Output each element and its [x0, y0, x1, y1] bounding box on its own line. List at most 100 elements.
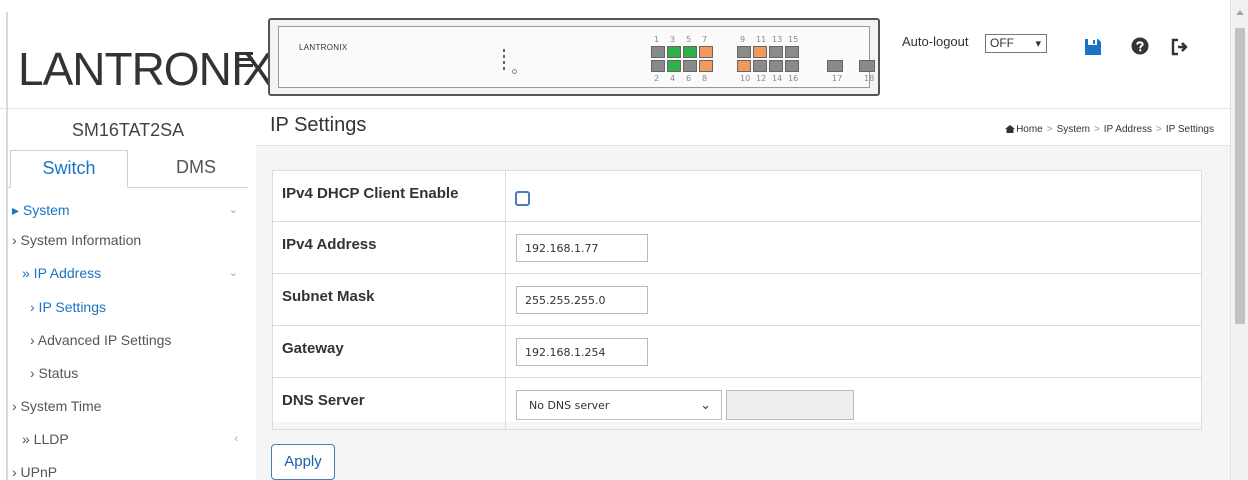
sidebar-item-label: › IP Settings [30, 299, 107, 315]
scrollbar-thumb[interactable] [1235, 28, 1245, 324]
port-number-label: 17 [832, 74, 843, 83]
page-scrollbar[interactable] [1230, 0, 1248, 480]
breadcrumb-ip-address[interactable]: IP Address [1104, 124, 1152, 135]
scroll-up-icon[interactable] [1236, 10, 1244, 15]
dns-server-select[interactable]: No DNS server ⌄ [516, 390, 722, 420]
save-icon[interactable] [1083, 37, 1103, 57]
port-2[interactable] [651, 60, 665, 72]
port-number-label: 13 [772, 35, 783, 44]
gateway-input[interactable]: 192.168.1.254 [516, 338, 648, 366]
port-15[interactable] [785, 46, 799, 58]
port-9[interactable] [737, 46, 751, 58]
port-number-label: 6 [686, 74, 692, 83]
home-icon [1005, 125, 1016, 133]
chevron-down-icon: ⌄ [228, 204, 238, 216]
sfp-port-17[interactable] [827, 60, 843, 72]
help-icon[interactable] [1131, 37, 1149, 55]
dns-server-value: No DNS server [529, 399, 610, 412]
port-number-label: 15 [788, 35, 799, 44]
sidebar-item[interactable]: › UPnP [8, 458, 244, 480]
port-8[interactable] [699, 60, 713, 72]
chevron-down-icon: ▾ [1035, 38, 1041, 50]
sidebar-item[interactable]: › System Information [8, 226, 244, 254]
port-12[interactable] [753, 60, 767, 72]
breadcrumb-system[interactable]: System [1057, 124, 1090, 135]
device-panel: LANTRONIX 1 3 5 7 9 11 13 15 2 4 6 8 10 12 14 16 17 18 [268, 18, 880, 96]
device-brand-label: LANTRONIX [299, 43, 348, 52]
device-reset-button [512, 69, 517, 74]
breadcrumb-ip-settings: IP Settings [1165, 124, 1214, 135]
port-number-label: 8 [702, 74, 708, 83]
dns-server-label: DNS Server [282, 392, 365, 409]
port-number-label: 1 [654, 35, 660, 44]
port-number-label: 16 [788, 74, 799, 83]
sidebar-item-label: › UPnP [12, 464, 58, 480]
port-number-label: 4 [670, 74, 676, 83]
row-dhcp: IPv4 DHCP Client Enable [272, 170, 1202, 222]
row-dns-server: DNS Server No DNS server ⌄ [272, 378, 1202, 430]
sidebar-item[interactable]: › Advanced IP Settings [8, 326, 244, 354]
port-number-label: 7 [702, 35, 708, 44]
dhcp-checkbox[interactable] [515, 191, 530, 206]
sidebar: SM16TAT2SA Switch DMS ▸ System ⌄ › System … [8, 110, 248, 480]
page-title: IP Settings [270, 114, 367, 136]
gateway-label: Gateway [282, 340, 344, 357]
port-number-label: 11 [756, 35, 767, 44]
sidebar-tabs: Switch DMS [8, 150, 248, 188]
tab-switch[interactable]: Switch [10, 150, 128, 188]
sidebar-item-label: › Status [30, 365, 79, 381]
sidebar-item-label: ▸ System [12, 202, 70, 218]
port-3[interactable] [667, 46, 681, 58]
sidebar-item[interactable]: » IP Address ⌄ [8, 259, 244, 287]
subnet-mask-label: Subnet Mask [282, 288, 375, 305]
main-content: IP Settings Home > System > IP Address > IP Se… [256, 110, 1230, 480]
apply-button[interactable]: Apply [271, 444, 335, 480]
ipv4-address-label: IPv4 Address [282, 236, 377, 253]
port-number-label: 12 [756, 74, 767, 83]
port-16[interactable] [785, 60, 799, 72]
device-name: SM16TAT2SA [71, 120, 185, 140]
sidebar-item[interactable]: › IP Settings [8, 293, 244, 321]
subnet-mask-input[interactable]: 255.255.255.0 [516, 286, 648, 314]
row-gateway: Gateway 192.168.1.254 [272, 326, 1202, 378]
port-5[interactable] [683, 46, 697, 58]
ip-settings-form: IPv4 DHCP Client Enable IPv4 Address 192… [272, 170, 1202, 430]
sidebar-item[interactable]: › System Time [8, 392, 244, 420]
breadcrumb: Home > System > IP Address > IP Settings [1005, 124, 1214, 135]
sfp-port-18[interactable] [859, 60, 875, 72]
row-subnet-mask: Subnet Mask 255.255.255.0 [272, 274, 1202, 326]
device-faceplate: LANTRONIX 1 3 5 7 9 11 13 15 2 4 6 8 10 12 14 16 17 18 [278, 26, 875, 88]
sidebar-item-label: › Advanced IP Settings [30, 332, 172, 348]
port-13[interactable] [769, 46, 783, 58]
port-1[interactable] [651, 46, 665, 58]
sidebar-item[interactable]: › Status [8, 359, 244, 387]
autologout-value: OFF [990, 36, 1014, 50]
autologout-select[interactable]: OFF ▾ [985, 34, 1047, 53]
menu-icon[interactable] [235, 52, 253, 68]
port-number-label: 5 [686, 35, 692, 44]
sidebar-item[interactable]: ▸ System ⌄ [8, 196, 244, 224]
chevron-left-icon: ‹ [234, 433, 238, 445]
sidebar-item[interactable]: » LLDP ‹ [8, 425, 244, 453]
page-title-bar: IP Settings Home > System > IP Address > IP Se… [256, 110, 1230, 146]
autologout-label: Auto-logout [902, 34, 969, 49]
dhcp-label: IPv4 DHCP Client Enable [282, 185, 459, 202]
port-number-label: 10 [740, 74, 751, 83]
device-status-leds [503, 49, 507, 75]
top-header: LANTRONIX® LANTRONIX 1357911131524681012… [0, 0, 1230, 109]
ipv4-address-input[interactable]: 192.168.1.77 [516, 234, 648, 262]
sidebar-item-label: › System Information [12, 232, 142, 248]
logout-icon[interactable] [1170, 37, 1190, 57]
port-number-label: 2 [654, 74, 660, 83]
tab-dms[interactable]: DMS [146, 150, 246, 188]
port-7[interactable] [699, 46, 713, 58]
port-10[interactable] [737, 60, 751, 72]
chevron-down-icon: ⌄ [700, 398, 711, 413]
port-4[interactable] [667, 60, 681, 72]
port-14[interactable] [769, 60, 783, 72]
port-number-label: 18 [864, 74, 875, 83]
port-6[interactable] [683, 60, 697, 72]
row-ipv4-address: IPv4 Address 192.168.1.77 [272, 222, 1202, 274]
port-11[interactable] [753, 46, 767, 58]
breadcrumb-home[interactable]: Home [1016, 124, 1043, 135]
